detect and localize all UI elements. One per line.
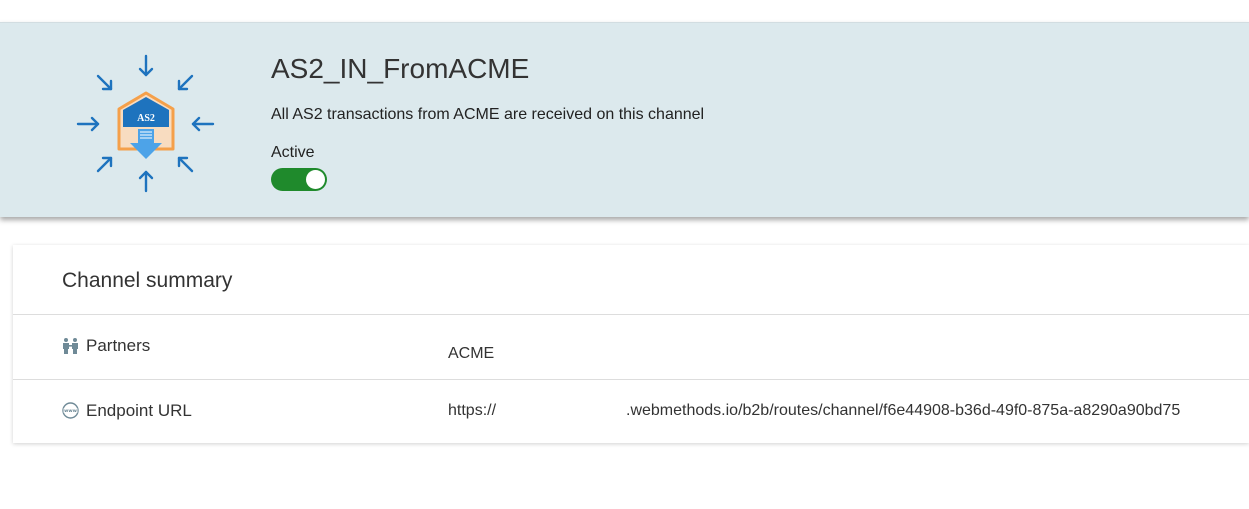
endpoint-url-prefix: https:// [448,402,497,419]
active-toggle[interactable] [271,168,327,191]
active-label: Active [271,144,315,161]
svg-text:www: www [64,409,77,414]
partners-icon [63,338,78,354]
toggle-knob [306,170,325,189]
as2-inbound-channel-icon: AS2 [76,54,215,193]
globe-www-icon: www [62,402,79,419]
partners-value: ACME [448,345,495,362]
summary-row-endpoint-url: www Endpoint URL https:// .webmethods.io… [13,379,1249,444]
icon-badge-text: AS2 [137,113,155,124]
channel-summary-card: Channel summary Partners ACME www Endpoi… [13,245,1249,443]
channel-header: AS2 AS2_IN_FromACME All AS2 transactions… [0,22,1249,217]
channel-summary-title: Channel summary [62,269,233,292]
channel-title: AS2_IN_FromACME [271,53,530,84]
summary-row-partners: Partners ACME [13,314,1249,379]
endpoint-url-suffix: .webmethods.io/b2b/routes/channel/f6e449… [626,402,1181,419]
partners-label: Partners [86,336,151,355]
endpoint-url-label: Endpoint URL [86,401,192,420]
channel-description: All AS2 transactions from ACME are recei… [271,106,705,123]
